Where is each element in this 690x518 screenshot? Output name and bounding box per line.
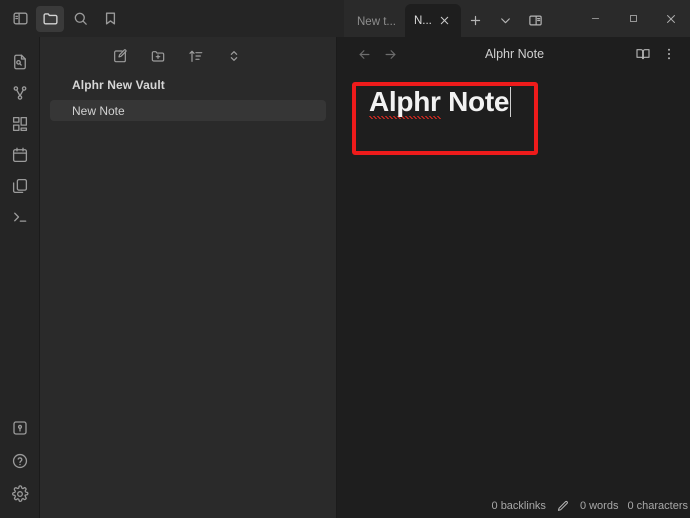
close-button[interactable] [652,0,690,37]
help-icon[interactable] [5,445,35,476]
note-title-rest: Note [440,86,510,117]
more-options-icon[interactable] [656,42,682,66]
backlinks-count[interactable]: 0 backlinks [492,500,546,512]
note-header-title: Alphr Note [484,47,545,61]
misspelled-word: Alphr [369,86,441,120]
character-count[interactable]: 0 characters [627,500,688,512]
settings-icon[interactable] [5,478,35,509]
word-count[interactable]: 0 words [580,500,619,512]
note-title-heading[interactable]: Alphr Note [369,85,512,120]
left-toolbar [0,0,344,37]
tab-new-tab[interactable]: New t... [348,6,405,37]
ribbon-sidebar [0,37,40,518]
new-tab-button[interactable] [461,3,491,37]
navigate-forward-icon[interactable] [377,42,403,66]
tab-active-note[interactable]: N... [404,4,461,37]
split-right-icon[interactable] [521,3,551,37]
tab-strip: New t... N... [344,0,576,37]
tab-bar: New t... N... [344,0,690,37]
terminal-icon[interactable] [5,201,35,232]
main-area: Alphr New Vault New Note Alphr Note Alph… [0,37,690,518]
graph-view-icon[interactable] [5,77,35,108]
ribbon-bottom-group [5,412,35,518]
vault-name: Alphr New Vault [72,78,165,92]
file-explorer-panel: Alphr New Vault New Note [40,37,337,518]
tab-label: New t... [357,15,396,28]
close-icon[interactable] [438,14,452,28]
new-note-icon[interactable] [109,45,131,67]
editor-pane: Alphr Note Alphr Note 0 backlinks 0 word… [337,37,690,518]
file-tree: Alphr New Vault New Note [40,74,336,518]
text-cursor [510,87,512,117]
sort-order-icon[interactable] [185,45,207,67]
maximize-button[interactable] [614,0,652,37]
status-bar: 0 backlinks 0 words 0 characters [337,494,690,518]
search-icon[interactable] [66,6,94,32]
tab-label: N... [413,14,432,27]
editor-content[interactable]: Alphr Note [337,71,690,494]
quick-switcher-icon[interactable] [5,46,35,77]
edit-mode-icon[interactable] [555,498,571,514]
file-item-new-note[interactable]: New Note [50,100,326,121]
window-controls [576,0,690,37]
templates-icon[interactable] [5,170,35,201]
toggle-left-sidebar-icon[interactable] [6,6,34,32]
explorer-toolbar [40,37,336,74]
chevron-down-icon[interactable] [491,3,521,37]
minimize-button[interactable] [576,0,614,37]
new-folder-icon[interactable] [147,45,169,67]
file-item-label: New Note [72,103,125,118]
title-bar: New t... N... [0,0,690,37]
reading-view-icon[interactable] [630,42,656,66]
vault-switcher-icon[interactable] [5,412,35,443]
navigate-back-icon[interactable] [351,42,377,66]
folder-icon[interactable] [36,5,64,32]
bookmark-icon[interactable] [96,6,124,32]
obsidian-window: New t... N... Alphr New Vault New Note A… [0,0,690,518]
canvas-icon[interactable] [5,108,35,139]
collapse-expand-icon[interactable] [223,45,245,67]
note-header: Alphr Note [337,37,690,71]
daily-note-icon[interactable] [5,139,35,170]
